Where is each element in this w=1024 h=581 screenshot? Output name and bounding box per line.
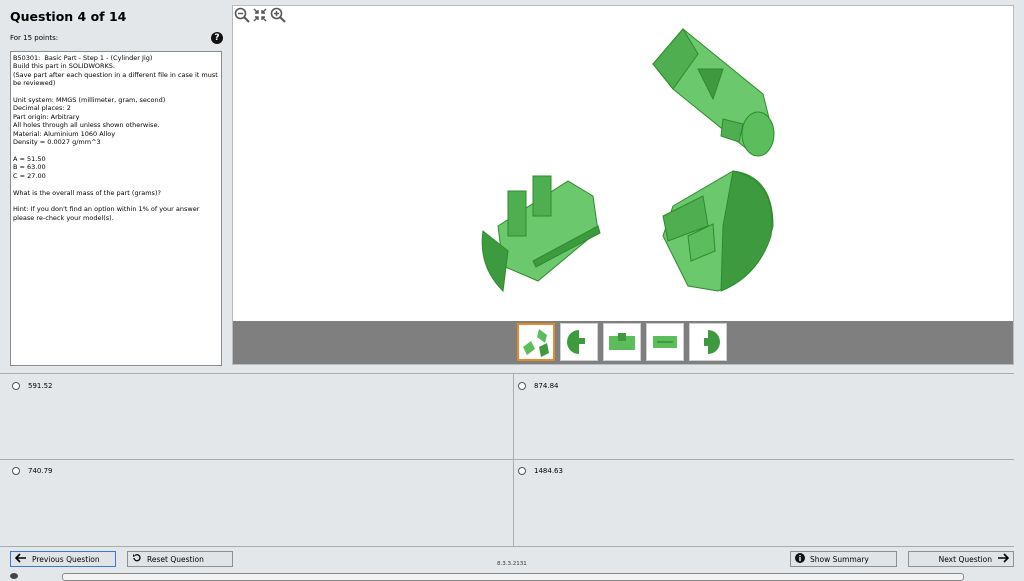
part-view-left xyxy=(481,175,601,293)
answer-option[interactable]: 1484.63 xyxy=(518,467,563,475)
thumbnail-strip xyxy=(233,321,1013,364)
question-title: Question 4 of 14 xyxy=(10,9,127,24)
answer-label: 591.52 xyxy=(28,382,53,390)
answer-option[interactable]: 740.79 xyxy=(12,467,53,475)
thumbnail-side[interactable] xyxy=(560,323,598,361)
answer-label: 874.84 xyxy=(534,382,559,390)
version-label: 8.3.3.2131 xyxy=(497,561,527,567)
answer-label: 740.79 xyxy=(28,467,53,475)
question-text-box: B50301: Basic Part - Step 1 - (Cylinder … xyxy=(10,51,222,366)
reset-question-label: Reset Question xyxy=(147,554,204,564)
answer-label: 1484.63 xyxy=(534,467,563,475)
answers-grid: 591.52 874.84 740.79 1484.63 xyxy=(0,373,1014,547)
part-drawing xyxy=(481,28,775,293)
radio-button[interactable] xyxy=(12,467,20,475)
thumbnail-end[interactable] xyxy=(689,323,727,361)
bottom-input-bar[interactable] xyxy=(62,573,964,581)
part-view-top xyxy=(652,28,775,157)
arrow-left-icon xyxy=(14,553,27,565)
reset-question-button[interactable]: Reset Question xyxy=(127,551,233,567)
radio-button[interactable] xyxy=(518,467,526,475)
part-view-right xyxy=(662,170,774,292)
show-summary-button[interactable]: Show Summary xyxy=(790,551,897,567)
part-viewer[interactable] xyxy=(232,5,1014,365)
previous-question-button[interactable]: Previous Question xyxy=(10,551,116,567)
help-icon[interactable]: ? xyxy=(211,32,223,44)
answers-divider-vertical xyxy=(513,374,514,546)
reset-icon xyxy=(132,553,142,565)
answer-option[interactable]: 874.84 xyxy=(518,382,559,390)
show-summary-label: Show Summary xyxy=(810,554,869,564)
thumbnail-front[interactable] xyxy=(603,323,641,361)
arrow-right-icon xyxy=(997,553,1010,565)
thumbnail-isometric[interactable] xyxy=(517,323,555,361)
radio-button[interactable] xyxy=(518,382,526,390)
thumbnail-top[interactable] xyxy=(646,323,684,361)
next-question-label: Next Question xyxy=(938,554,992,564)
points-label: For 15 points: xyxy=(10,34,59,42)
info-icon xyxy=(795,553,805,565)
previous-question-label: Previous Question xyxy=(32,554,100,564)
radio-button[interactable] xyxy=(12,382,20,390)
next-question-button[interactable]: Next Question xyxy=(908,551,1014,567)
answer-option[interactable]: 591.52 xyxy=(12,382,53,390)
answers-divider-horizontal xyxy=(0,459,1014,460)
status-indicator xyxy=(10,573,18,579)
